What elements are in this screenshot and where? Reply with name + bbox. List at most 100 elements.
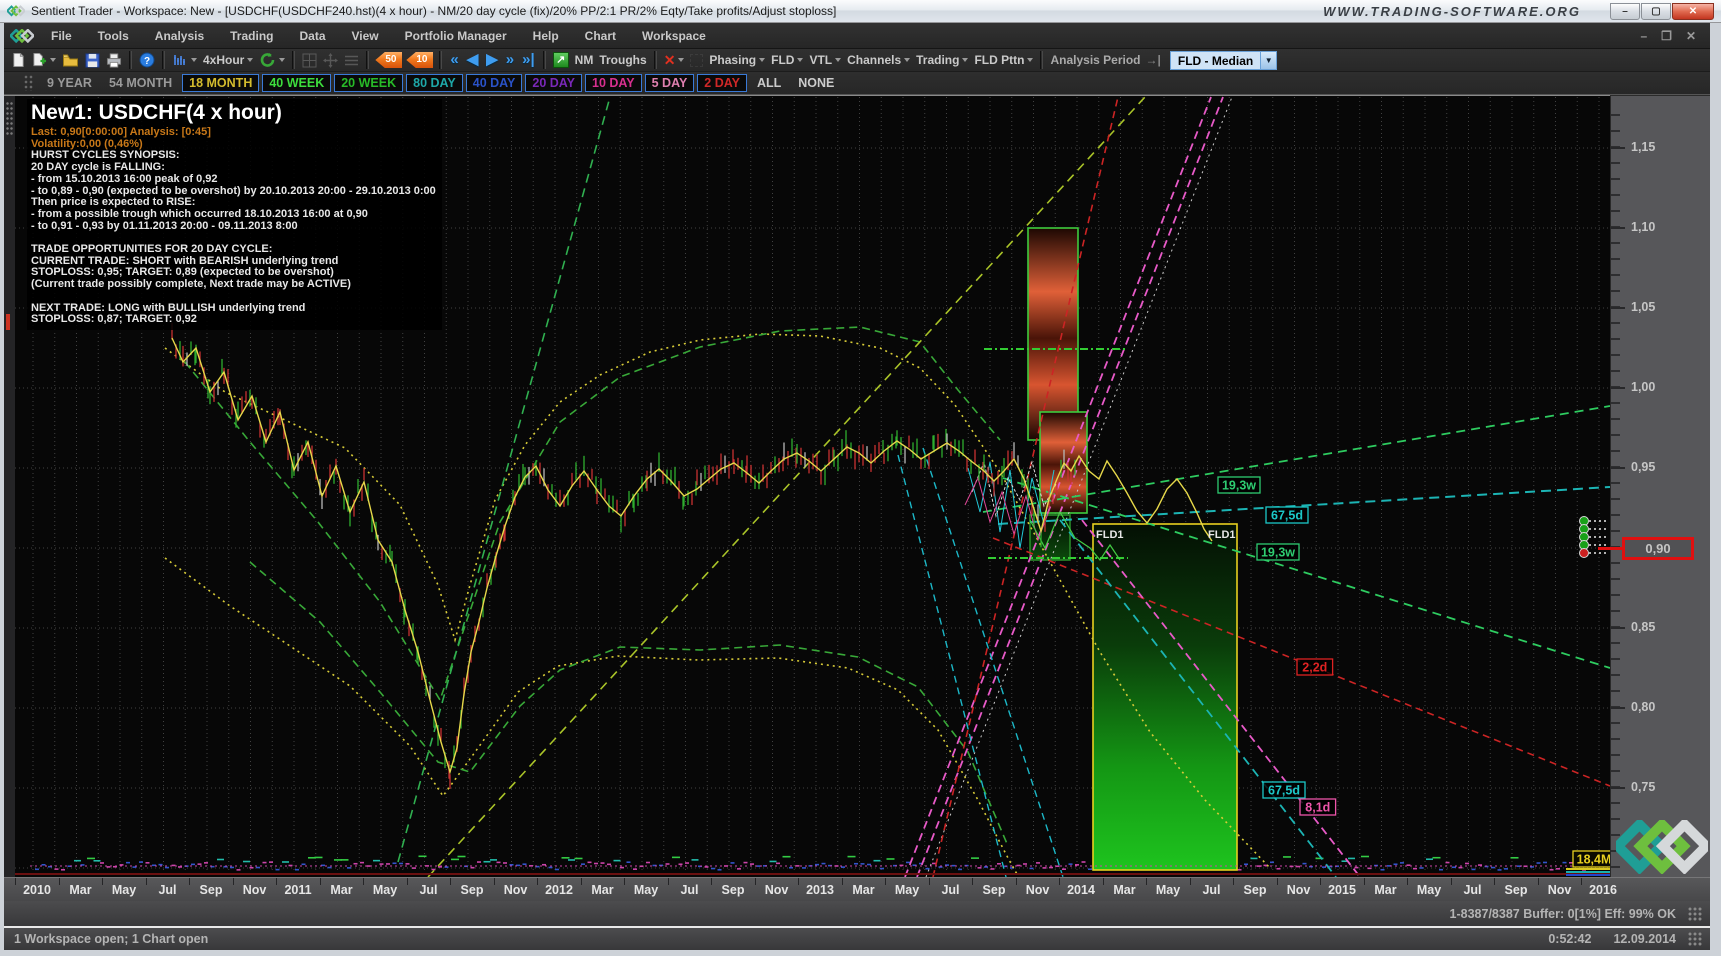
timeframe-value: 4xHour	[203, 53, 244, 67]
close-button[interactable]: ✕	[1672, 3, 1714, 20]
synopsis-lines: Last: 0,90[0:00:00] Analysis: [0:45]Vola…	[31, 127, 436, 326]
save-button[interactable]	[82, 50, 103, 70]
mdi-minimize-button[interactable]: –	[1640, 29, 1647, 43]
cycle-button-40-week[interactable]: 40 WEEK	[262, 74, 331, 92]
channels-dropdown[interactable]: Channels	[844, 50, 913, 70]
chart-style-button[interactable]	[169, 50, 200, 70]
date-axis-tick	[1407, 878, 1408, 885]
troughs-label: Troughs	[599, 53, 646, 67]
svg-text:67,5d: 67,5d	[1271, 509, 1303, 523]
timeframe-dropdown[interactable]: 4xHour	[200, 50, 256, 70]
date-axis-tick	[1581, 878, 1582, 885]
back-50-bars-button[interactable]: 50	[375, 52, 402, 68]
help-button[interactable]: ?	[136, 50, 158, 70]
fld-median-selector[interactable]: FLD - Median ▼	[1170, 51, 1277, 70]
date-axis-label: May	[373, 883, 397, 897]
maximize-button[interactable]: ▢	[1641, 3, 1671, 20]
cycle-button-2-day[interactable]: 2 DAY	[697, 74, 747, 92]
nm-toggle[interactable]: NM	[572, 50, 597, 70]
cycle-button-9-year[interactable]: 9 YEAR	[40, 74, 99, 92]
price-axis-tick	[1611, 787, 1625, 789]
step-back-button[interactable]: ◀	[463, 51, 483, 69]
date-axis-tick	[972, 878, 973, 885]
minimize-button[interactable]: –	[1610, 3, 1640, 20]
resize-grip[interactable]	[1688, 907, 1702, 921]
mdi-restore-button[interactable]: ❐	[1661, 29, 1672, 43]
title-bar[interactable]: Sentient Trader - Workspace: New - [USDC…	[0, 0, 1721, 23]
new-chart-button[interactable]	[8, 50, 29, 70]
selection-box-button[interactable]	[687, 50, 706, 70]
chevron-down-icon	[835, 58, 841, 62]
new-item-button[interactable]	[29, 50, 59, 70]
cycle-button-54-month[interactable]: 54 MONTH	[102, 74, 179, 92]
menu-portfolio-manager[interactable]: Portfolio Manager	[392, 25, 520, 47]
dashed-box-icon	[690, 54, 703, 67]
mdi-close-button[interactable]: ✕	[1686, 29, 1696, 43]
menu-tools[interactable]: Tools	[85, 25, 142, 47]
fld-dropdown[interactable]: FLD	[768, 50, 806, 70]
synopsis-line: STOPLOSS: 0,87; TARGET: 0,92	[31, 314, 436, 326]
move-chart-button[interactable]	[320, 50, 341, 70]
application-window: Sentient Trader - Workspace: New - [USDC…	[0, 0, 1721, 956]
chevron-down-icon	[797, 58, 803, 62]
channels-label: Channels	[847, 53, 901, 67]
date-axis-label: May	[1156, 883, 1180, 897]
date-axis-label: Jul	[1202, 883, 1220, 897]
toolbar-grip[interactable]	[24, 75, 34, 91]
troughs-toggle[interactable]: Troughs	[596, 50, 649, 70]
analysis-period-button[interactable]: Analysis Period →|	[1047, 50, 1163, 70]
menu-workspace[interactable]: Workspace	[629, 25, 719, 47]
price-axis-label: 0,95	[1631, 460, 1655, 474]
open-button[interactable]	[59, 50, 82, 70]
cycle-button-20-week[interactable]: 20 WEEK	[334, 74, 403, 92]
vtl-dropdown[interactable]: VTL	[806, 50, 844, 70]
phasing-dropdown[interactable]: Phasing	[706, 50, 768, 70]
date-axis-tick	[59, 878, 60, 885]
date-axis-label: Sep	[461, 883, 484, 897]
chevron-down-icon[interactable]: ▼	[1261, 51, 1277, 70]
menu-file[interactable]: File	[38, 25, 85, 47]
chevron-down-icon	[50, 58, 56, 62]
trading-dropdown[interactable]: Trading	[913, 50, 971, 70]
list-view-button[interactable]	[341, 50, 362, 70]
cycle-button-all[interactable]: ALL	[750, 74, 788, 92]
menu-view[interactable]: View	[339, 25, 392, 47]
chevron-down-icon	[962, 58, 968, 62]
toolbar-separator	[366, 51, 369, 69]
menu-chart[interactable]: Chart	[572, 25, 629, 47]
nominal-model-button[interactable]: ↗	[550, 50, 572, 70]
date-axis-label: 2010	[23, 883, 51, 897]
step-forward-button[interactable]: »	[502, 51, 518, 69]
play-button[interactable]: ▶	[482, 51, 502, 69]
cycle-button-none[interactable]: NONE	[791, 74, 841, 92]
refresh-button[interactable]	[256, 50, 288, 70]
date-axis-label: Mar	[852, 883, 874, 897]
cycle-button-20-day[interactable]: 20 DAY	[525, 74, 582, 92]
synopsis-line: - from 15.10.2013 16:00 peak of 0,92	[31, 174, 436, 186]
price-axis-label: 0,85	[1631, 620, 1655, 634]
cycle-button-5-day[interactable]: 5 DAY	[645, 74, 695, 92]
back-10-bars-button[interactable]: 10	[406, 52, 433, 68]
fld-pattern-dropdown[interactable]: FLD Pttn	[971, 50, 1036, 70]
arrange-windows-button[interactable]	[299, 50, 320, 70]
date-axis-tick	[233, 878, 234, 885]
cycle-button-10-day[interactable]: 10 DAY	[585, 74, 642, 92]
date-axis-tick	[885, 878, 886, 885]
price-axis-panel[interactable]: 1,151,101,051,000,950,850,800,75	[1610, 96, 1710, 877]
date-axis[interactable]: 2010MarMayJulSepNov2011MarMayJulSepNov20…	[4, 877, 1710, 901]
menu-trading[interactable]: Trading	[217, 25, 286, 47]
chevron-down-icon	[279, 58, 285, 62]
date-axis-label: Sep	[1244, 883, 1267, 897]
cycle-button-80-day[interactable]: 80 DAY	[406, 74, 463, 92]
cycle-button-18-month[interactable]: 18 MONTH	[182, 74, 259, 92]
delete-analysis-button[interactable]: ✕	[661, 50, 688, 70]
go-first-button[interactable]: «	[446, 51, 462, 69]
menu-data[interactable]: Data	[286, 25, 338, 47]
menu-help[interactable]: Help	[520, 25, 572, 47]
go-last-button[interactable]: »|	[518, 51, 539, 69]
print-button[interactable]	[103, 50, 125, 70]
menu-analysis[interactable]: Analysis	[142, 25, 217, 47]
date-axis-label: 2014	[1067, 883, 1095, 897]
cycle-button-40-day[interactable]: 40 DAY	[466, 74, 523, 92]
resize-grip[interactable]	[1688, 932, 1702, 946]
